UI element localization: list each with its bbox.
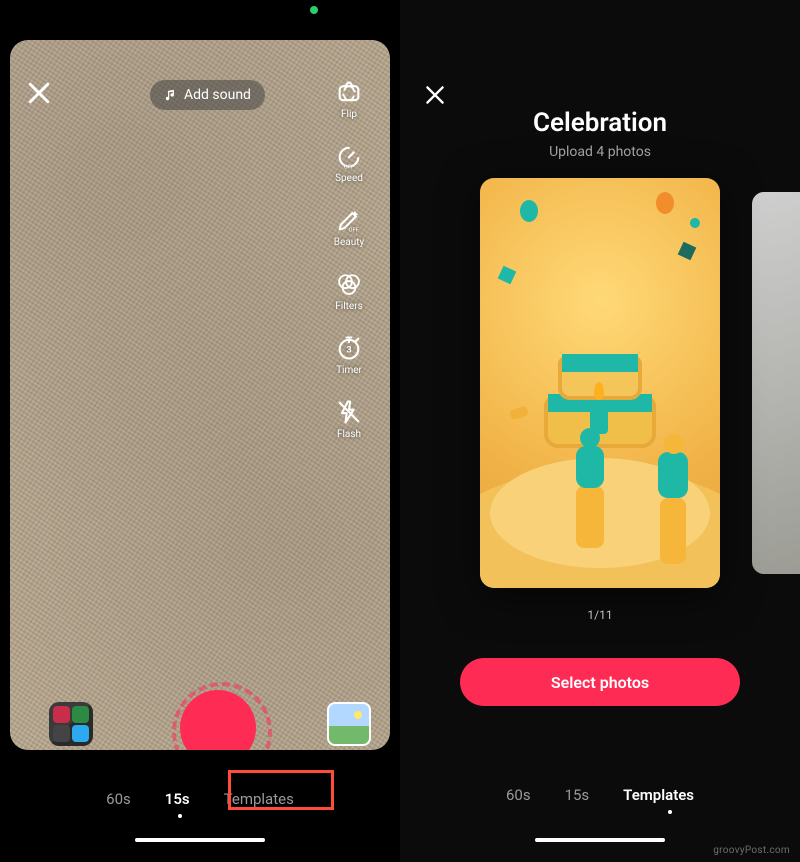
effects-icon xyxy=(49,702,93,746)
tab-templates[interactable]: Templates xyxy=(623,786,694,804)
active-tab-dot xyxy=(668,810,672,814)
tab-15s[interactable]: 15s xyxy=(165,790,190,808)
camera-tool-rail: Flip OFF Speed OFF Beauty Filters 3 Time… xyxy=(320,78,378,440)
speed-label: Speed xyxy=(335,173,363,184)
add-sound-button[interactable]: Add sound xyxy=(150,80,265,110)
beauty-button[interactable]: OFF Beauty xyxy=(334,206,365,248)
close-button[interactable] xyxy=(24,78,54,108)
flip-label: Flip xyxy=(341,109,357,120)
camera-screen: Effects Upload Add sound Flip xyxy=(0,0,400,862)
filters-icon xyxy=(335,270,363,298)
beauty-label: Beauty xyxy=(334,237,365,248)
mode-tabs: 60s 15s Templates xyxy=(400,772,800,818)
watermark-text: groovyPost.com xyxy=(713,845,790,856)
active-tab-dot xyxy=(178,814,182,818)
close-icon xyxy=(422,82,448,108)
flip-icon xyxy=(335,78,363,106)
camera-bottom-bar: Effects Upload xyxy=(20,680,390,750)
select-photos-button[interactable]: Select photos xyxy=(460,658,740,706)
mode-tabs: 60s 15s Templates xyxy=(0,776,400,822)
home-indicator[interactable] xyxy=(135,838,265,842)
tab-60s[interactable]: 60s xyxy=(106,790,131,808)
tab-15s[interactable]: 15s xyxy=(565,786,590,804)
close-button[interactable] xyxy=(422,82,448,108)
timer-label: Timer xyxy=(336,365,362,376)
template-artwork xyxy=(480,178,720,588)
filters-button[interactable]: Filters xyxy=(335,270,363,312)
upload-button[interactable]: Upload xyxy=(320,702,378,750)
template-preview-card[interactable] xyxy=(480,178,720,588)
svg-text:OFF: OFF xyxy=(348,228,359,234)
upload-icon xyxy=(327,702,371,746)
timer-icon: 3 xyxy=(335,334,363,362)
close-icon xyxy=(24,78,54,108)
effects-button[interactable]: Effects xyxy=(42,702,100,750)
flip-button[interactable]: Flip xyxy=(335,78,363,120)
next-template-peek[interactable] xyxy=(752,192,800,574)
camera-active-dot xyxy=(310,6,318,14)
timer-button[interactable]: 3 Timer xyxy=(335,334,363,376)
svg-text:OFF: OFF xyxy=(344,164,355,170)
template-subtitle: Upload 4 photos xyxy=(400,144,800,160)
filters-label: Filters xyxy=(335,301,363,312)
speed-button[interactable]: OFF Speed xyxy=(335,142,363,184)
template-counter: 1/11 xyxy=(400,608,800,622)
annotation-highlight-templates xyxy=(228,770,334,810)
add-sound-label: Add sound xyxy=(184,87,251,103)
svg-text:3: 3 xyxy=(346,345,351,356)
templates-screen: Celebration Upload 4 photos 1/11 Select … xyxy=(400,0,800,862)
flash-off-icon xyxy=(335,398,363,426)
flash-label: Flash xyxy=(337,429,361,440)
select-photos-label: Select photos xyxy=(551,673,649,692)
music-note-icon xyxy=(164,88,178,102)
speed-icon: OFF xyxy=(335,142,363,170)
template-title: Celebration xyxy=(400,108,800,138)
flash-button[interactable]: Flash xyxy=(335,398,363,440)
tab-60s[interactable]: 60s xyxy=(506,786,531,804)
beauty-icon: OFF xyxy=(335,206,363,234)
home-indicator[interactable] xyxy=(535,838,665,842)
